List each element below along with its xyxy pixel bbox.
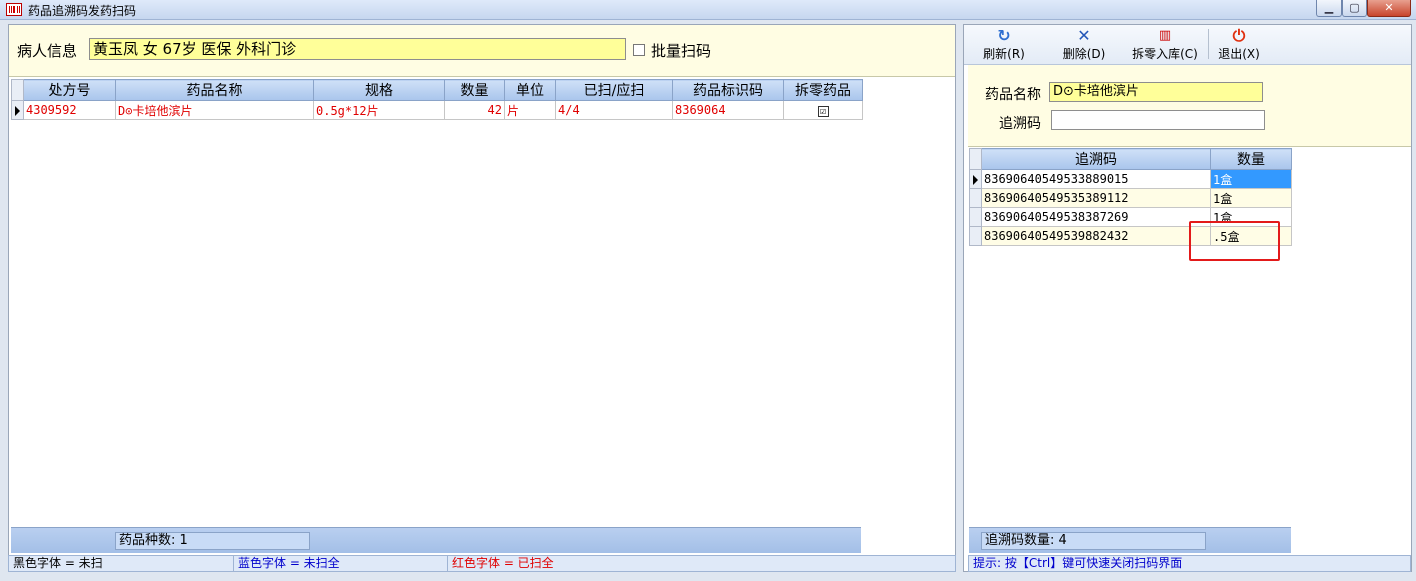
drug-count: 药品种数: 1	[115, 532, 310, 550]
drug-info-area: 药品名称 D⊙卡培他滨片 追溯码	[968, 65, 1411, 147]
title-bar: 药品追溯码发药扫码 ▁ ▢ ✕	[0, 0, 1416, 20]
highlight-annotation	[1189, 221, 1280, 261]
cell-qty: 42	[444, 100, 505, 120]
toolbar: ↻ 刷新(R) ✕ 删除(D) ▥ 拆零入库(C) ⏻ 退出(X)	[964, 25, 1411, 65]
patient-info-bar: 病人信息 黄玉凤 女 67岁 医保 外科门诊 批量扫码	[9, 25, 955, 77]
cell-trace-code: 83690640549533889015	[981, 169, 1211, 189]
col-split[interactable]: 拆零药品	[783, 79, 863, 101]
trace-code-count: 追溯码数量: 4	[981, 532, 1206, 550]
trace-code-panel: ↻ 刷新(R) ✕ 删除(D) ▥ 拆零入库(C) ⏻ 退出(X) 药品名称 D…	[963, 24, 1412, 572]
patient-info-field[interactable]: 黄玉凤 女 67岁 医保 外科门诊	[89, 38, 626, 60]
trace-code-input[interactable]	[1051, 110, 1265, 130]
cell-trace-code: 83690640549535389112	[981, 188, 1211, 208]
cell-split[interactable]: ☑	[783, 100, 863, 120]
barcode-app-icon	[6, 3, 22, 16]
col-drug-code[interactable]: 药品标识码	[672, 79, 784, 101]
table-header-row: 处方号 药品名称 规格 数量 单位 已扫/应扫 药品标识码 拆零药品	[11, 79, 863, 101]
col-trace-qty[interactable]: 数量	[1210, 148, 1292, 170]
col-qty[interactable]: 数量	[444, 79, 505, 101]
right-footer-bar: 追溯码数量: 4	[969, 527, 1291, 553]
legend-bar: 黑色字体 = 未扫 蓝色字体 = 未扫全 红色字体 = 已扫全	[8, 555, 956, 572]
row-selector[interactable]	[969, 169, 982, 189]
batch-scan-checkbox[interactable]	[633, 44, 645, 56]
col-drug-name[interactable]: 药品名称	[115, 79, 314, 101]
hint-bar: 提示: 按【Ctrl】键可快速关闭扫码界面	[968, 555, 1411, 572]
barcode-icon: ▥	[1158, 28, 1172, 43]
delete-button[interactable]: ✕ 删除(D)	[1058, 27, 1110, 63]
col-scanned[interactable]: 已扫/应扫	[555, 79, 673, 101]
prescription-panel: 病人信息 黄玉凤 女 67岁 医保 外科门诊 批量扫码 处方号 药品名称 规格 …	[8, 24, 956, 572]
toolbar-separator	[1208, 29, 1209, 59]
legend-black: 黑色字体 = 未扫	[9, 556, 234, 571]
hint-text: 提示: 按【Ctrl】键可快速关闭扫码界面	[973, 556, 1183, 570]
cell-trace-code: 83690640549538387269	[981, 207, 1211, 227]
trace-header-row: 追溯码 数量	[969, 148, 1292, 170]
col-spec[interactable]: 规格	[313, 79, 445, 101]
legend-blue: 蓝色字体 = 未扫全	[234, 556, 448, 571]
table-row[interactable]: 83690640549533889015 1盒	[969, 169, 1292, 189]
cell-trace-qty[interactable]: 1盒	[1210, 169, 1292, 189]
legend-red: 红色字体 = 已扫全	[452, 556, 554, 570]
col-rx-no[interactable]: 处方号	[23, 79, 116, 101]
left-footer-bar: 药品种数: 1	[11, 527, 861, 553]
minimize-button[interactable]: ▁	[1316, 0, 1342, 17]
cell-trace-qty[interactable]: 1盒	[1210, 188, 1292, 208]
drug-name-field[interactable]: D⊙卡培他滨片	[1049, 82, 1263, 102]
drug-name-label: 药品名称	[985, 87, 1041, 103]
refresh-button[interactable]: ↻ 刷新(R)	[978, 27, 1030, 63]
cell-unit: 片	[504, 100, 556, 120]
cell-scanned: 4/4	[555, 100, 673, 120]
batch-scan-label[interactable]: 批量扫码	[651, 40, 711, 61]
maximize-button[interactable]: ▢	[1342, 0, 1367, 17]
window-title: 药品追溯码发药扫码	[28, 4, 137, 18]
trace-code-label: 追溯码	[999, 116, 1041, 132]
close-button[interactable]: ✕	[1367, 0, 1411, 17]
patient-info-label: 病人信息	[17, 42, 78, 60]
exit-button[interactable]: ⏻ 退出(X)	[1214, 27, 1264, 63]
cell-rx-no: 4309592	[23, 100, 116, 120]
table-row[interactable]: 83690640549535389112 1盒	[969, 188, 1292, 208]
split-stock-button[interactable]: ▥ 拆零入库(C)	[1128, 27, 1202, 63]
table-row[interactable]: 4309592 D⊙卡培他滨片 0.5g*12片 42 片 4/4 836906…	[11, 100, 863, 120]
prescription-table: 处方号 药品名称 规格 数量 单位 已扫/应扫 药品标识码 拆零药品 43095…	[11, 79, 863, 120]
refresh-icon: ↻	[997, 26, 1011, 45]
cell-trace-code: 83690640549539882432	[981, 226, 1211, 246]
row-selector[interactable]	[11, 100, 24, 120]
cell-drug-name: D⊙卡培他滨片	[115, 100, 314, 120]
cell-drug-code: 8369064	[672, 100, 784, 120]
power-icon: ⏻	[1232, 26, 1246, 45]
delete-icon: ✕	[1077, 26, 1091, 45]
cell-spec: 0.5g*12片	[313, 100, 445, 120]
split-checkbox[interactable]: ☑	[817, 106, 829, 117]
col-trace-code[interactable]: 追溯码	[981, 148, 1211, 170]
col-unit[interactable]: 单位	[504, 79, 556, 101]
